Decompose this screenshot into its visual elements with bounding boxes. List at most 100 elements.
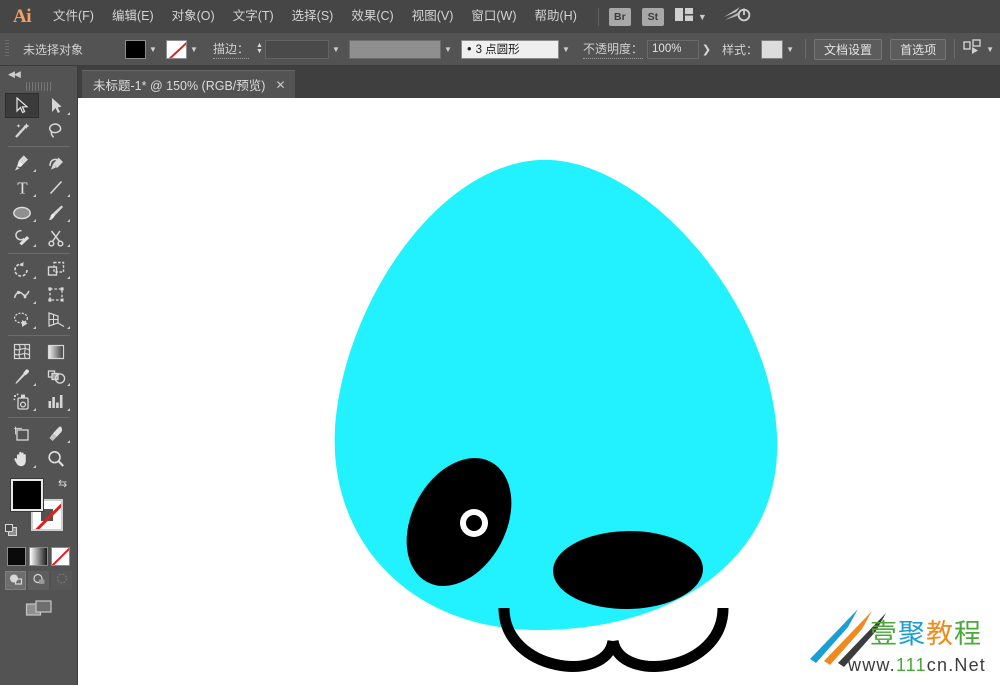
eyedropper-tool[interactable] [5, 364, 39, 389]
rotate-tool[interactable] [5, 257, 39, 282]
scale-tool[interactable] [39, 257, 73, 282]
shaper-tool[interactable] [5, 225, 39, 250]
artboard-tool[interactable] [5, 421, 39, 446]
zoom-tool[interactable] [39, 446, 73, 471]
align-to-artboard-control[interactable]: ▼ [963, 38, 997, 60]
menu-file[interactable]: 文件(F) [44, 0, 103, 33]
color-mode-solid[interactable] [7, 547, 26, 566]
menu-select[interactable]: 选择(S) [283, 0, 343, 33]
color-mode-none[interactable] [51, 547, 70, 566]
scissors-tool[interactable] [39, 225, 73, 250]
mesh-tool[interactable] [5, 339, 39, 364]
preferences-button[interactable]: 首选项 [890, 38, 947, 60]
brush-definition-control[interactable]: ▼ [349, 39, 455, 59]
menu-object[interactable]: 对象(O) [163, 0, 224, 33]
flyout-corner-icon [67, 326, 70, 329]
direct-selection-tool[interactable] [39, 93, 73, 118]
swap-fill-stroke-icon[interactable]: ⇆ [58, 477, 72, 491]
draw-inside-mode[interactable] [51, 571, 72, 590]
collapse-panel-icon[interactable]: ◀◀ [0, 66, 77, 82]
document-tab[interactable]: 未标题-1* @ 150% (RGB/预览) ✕ [82, 70, 295, 98]
blend-tool[interactable] [39, 364, 73, 389]
stroke-weight-label[interactable]: 描边： [213, 40, 250, 59]
stroke-chevron-down-icon[interactable]: ▼ [187, 40, 201, 59]
color-mode-gradient[interactable] [29, 547, 48, 566]
width-profile-chevron-down-icon[interactable]: ▼ [559, 40, 573, 59]
curvature-tool[interactable] [39, 150, 73, 175]
column-graph-tool[interactable] [39, 389, 73, 414]
opacity-input[interactable]: 100% [647, 39, 700, 59]
ellipse-tool[interactable] [5, 200, 39, 225]
graphic-style-swatch[interactable] [761, 39, 784, 59]
menu-window[interactable]: 窗口(W) [462, 0, 525, 33]
workspace-switcher-button[interactable] [723, 6, 751, 27]
hand-tool[interactable] [5, 446, 39, 471]
stroke-weight-chevron-down-icon[interactable]: ▼ [329, 40, 343, 59]
bridge-button[interactable]: Br [608, 7, 631, 26]
stroke-weight-stepper[interactable]: ▲ ▼ [254, 40, 265, 59]
magic-wand-tool[interactable] [5, 118, 39, 143]
opacity-label[interactable]: 不透明度： [583, 40, 644, 59]
scissors-icon [48, 229, 64, 247]
paintbrush-tool[interactable] [39, 200, 73, 225]
align-chevron-down-icon[interactable]: ▼ [983, 40, 997, 59]
symbol-sprayer-tool[interactable] [5, 389, 39, 414]
pen-tool[interactable] [5, 150, 39, 175]
style-chevron-down-icon[interactable]: ▼ [783, 40, 797, 59]
type-tool[interactable]: T [5, 175, 39, 200]
fill-color-box[interactable] [10, 478, 44, 512]
default-fill-stroke-icon[interactable] [5, 524, 19, 538]
brush-definition-input[interactable] [349, 39, 442, 59]
blend-icon [47, 368, 66, 385]
document-canvas[interactable]: 壹 聚 教 程 www.111cn.Net [78, 98, 1000, 685]
fill-color-control[interactable]: ▼ [125, 39, 160, 59]
gradient-tool[interactable] [39, 339, 73, 364]
stroke-weight-input[interactable] [265, 39, 330, 59]
eyedropper-icon [14, 368, 31, 386]
svg-text:T: T [17, 179, 28, 196]
shape-builder-tool[interactable] [5, 307, 39, 332]
fill-chevron-down-icon[interactable]: ▼ [146, 40, 160, 59]
align-to-artboard-icon [963, 38, 983, 60]
flyout-corner-icon [33, 169, 36, 172]
perspective-grid-icon [47, 311, 65, 328]
opacity-control[interactable]: 100% ❯ [647, 39, 714, 59]
draw-behind-mode[interactable] [28, 571, 49, 590]
arrange-documents-button[interactable]: ▼ [674, 7, 707, 26]
stock-button[interactable]: St [641, 7, 664, 26]
screen-mode-row [0, 599, 77, 622]
stroke-color-control[interactable]: ▼ [166, 39, 201, 59]
draw-normal-mode[interactable] [5, 571, 26, 590]
app-logo: Ai [13, 5, 32, 27]
fill-swatch[interactable] [125, 39, 146, 59]
tools-panel-grip[interactable] [25, 82, 52, 91]
opacity-expand-button[interactable]: ❯ [699, 40, 714, 59]
menu-type[interactable]: 文字(T) [224, 0, 283, 33]
fill-stroke-controls: ⇆ [5, 477, 73, 543]
symbol-sprayer-icon [13, 393, 31, 411]
menu-help[interactable]: 帮助(H) [526, 0, 586, 33]
stroke-swatch-none-icon[interactable] [166, 39, 187, 59]
document-setup-button[interactable]: 文档设置 [814, 38, 883, 60]
width-warp-tool[interactable] [5, 282, 39, 307]
variable-width-profile-control[interactable]: • 3 点圆形 ▼ [461, 39, 573, 59]
lasso-tool[interactable] [39, 118, 73, 143]
arrange-documents-icon [674, 7, 693, 26]
width-profile-input[interactable]: • 3 点圆形 [461, 39, 560, 59]
selection-tool[interactable] [5, 93, 39, 118]
control-bar-grip[interactable] [5, 40, 9, 58]
menu-edit[interactable]: 编辑(E) [103, 0, 163, 33]
graphic-style-control[interactable]: ▼ [761, 39, 797, 59]
dog-face-artwork[interactable] [78, 98, 1000, 685]
stroke-weight-control[interactable]: ▲ ▼ ▼ [254, 39, 343, 59]
perspective-grid-tool[interactable] [39, 307, 73, 332]
flyout-corner-icon [67, 219, 70, 222]
free-transform-tool[interactable] [39, 282, 73, 307]
menu-effect[interactable]: 效果(C) [342, 0, 402, 33]
slice-tool[interactable] [39, 421, 73, 446]
line-segment-tool[interactable] [39, 175, 73, 200]
menu-view[interactable]: 视图(V) [403, 0, 463, 33]
brush-chevron-down-icon[interactable]: ▼ [441, 40, 455, 59]
screen-mode-button[interactable] [25, 599, 53, 622]
close-icon[interactable]: ✕ [275, 78, 285, 92]
